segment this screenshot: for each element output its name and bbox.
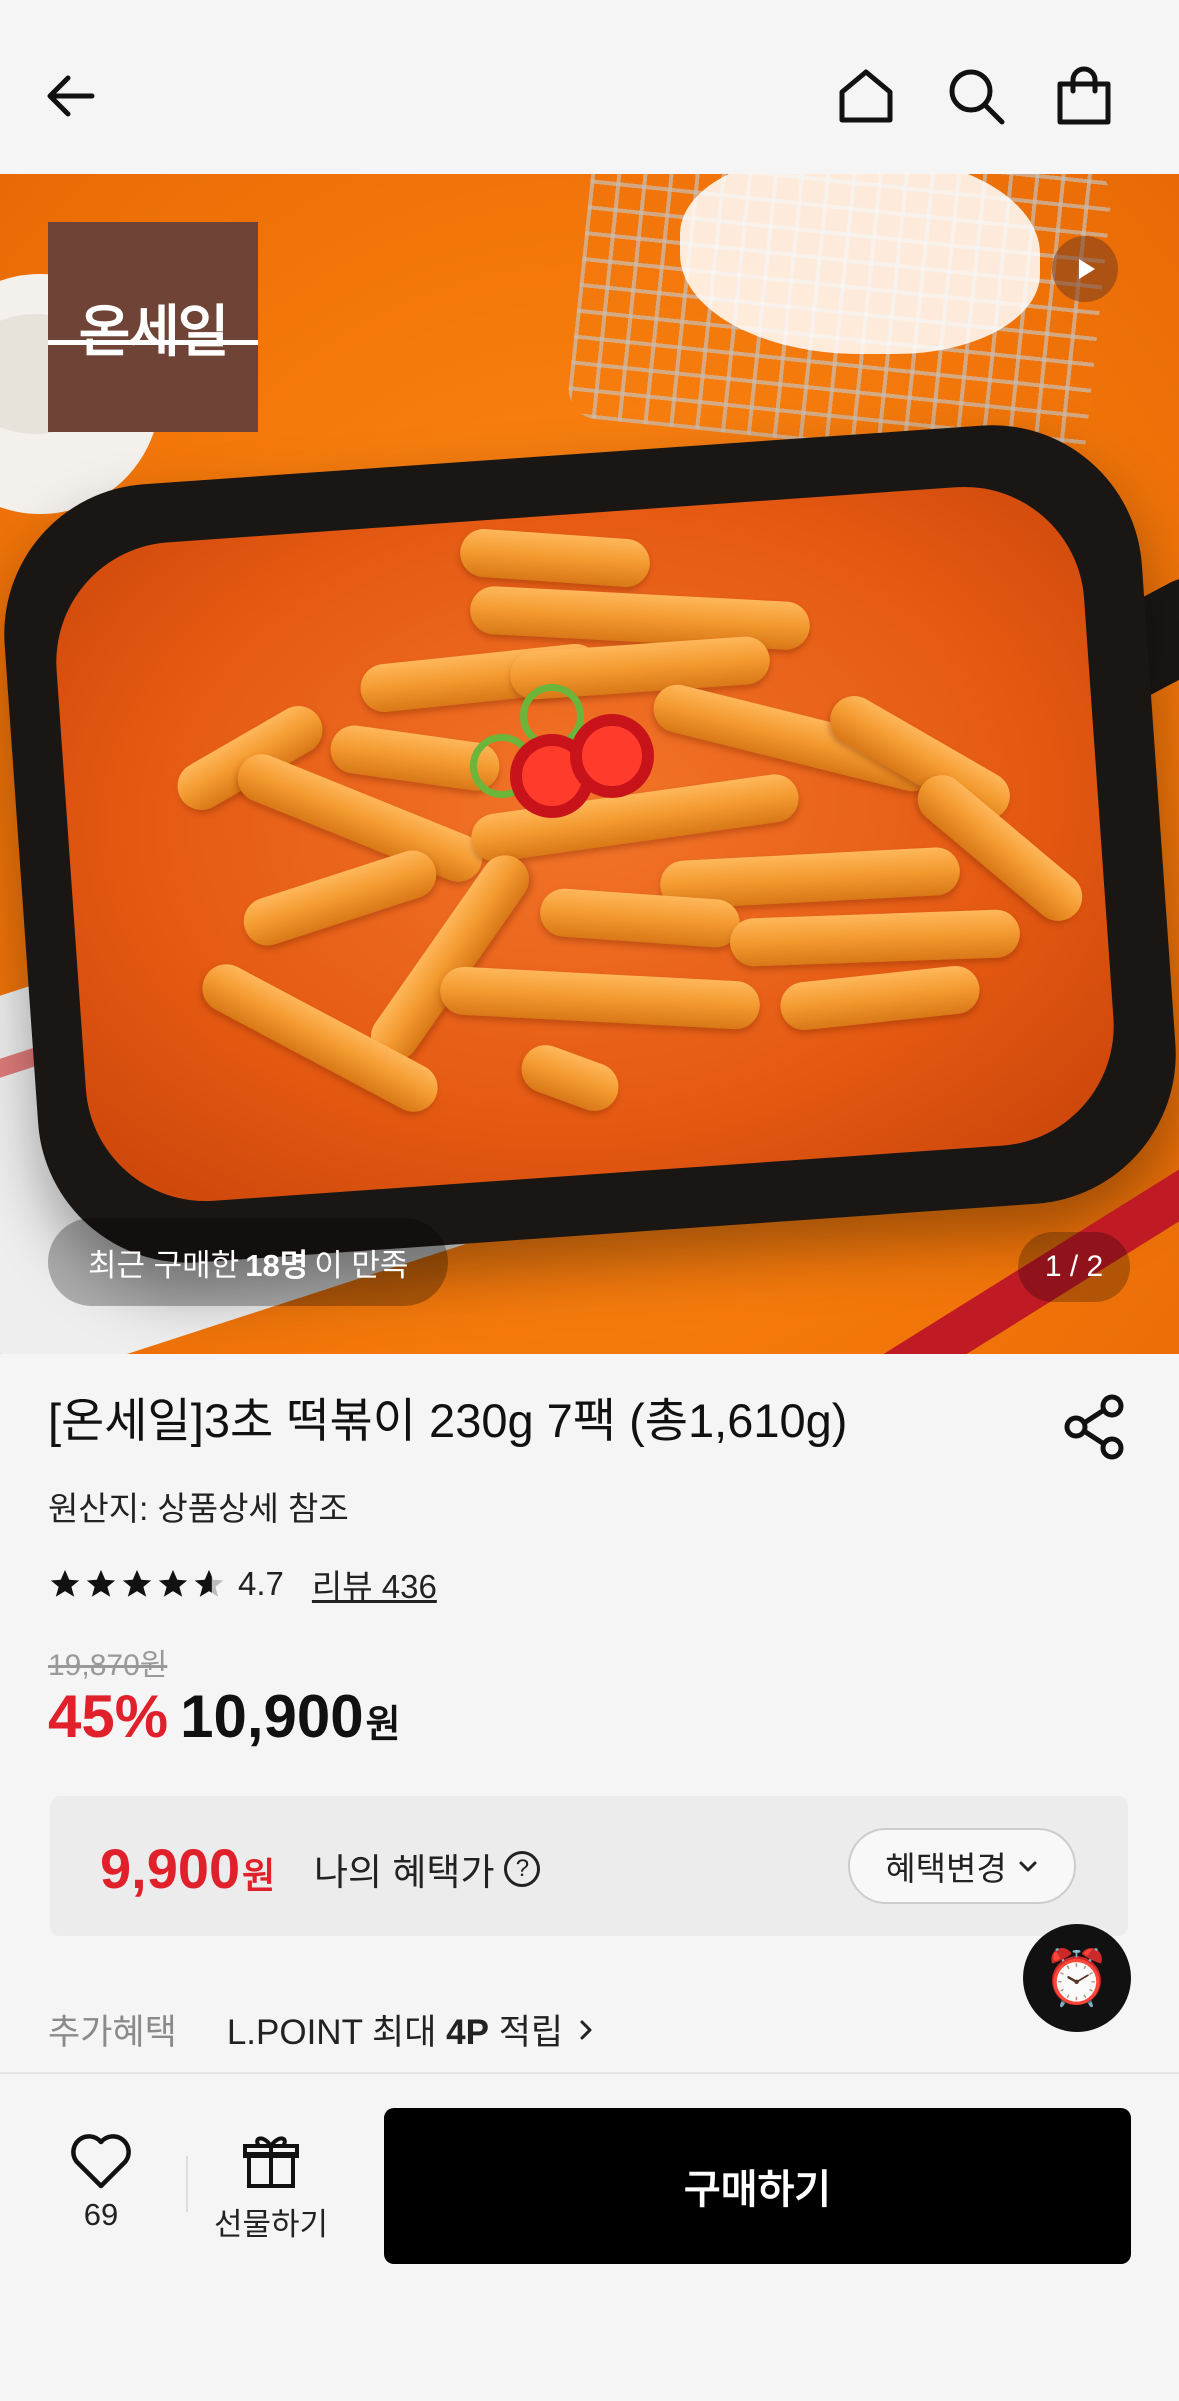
lpoint-points: 4P [446,2013,489,2052]
satisfied-buyers-badge: 최근 구매한 18명 이 만족 [48,1218,449,1306]
arrow-left-icon [47,75,95,117]
buyers-count: 18명 [245,1247,309,1283]
extra-benefit-row[interactable]: 추가혜택 L.POINT 최대 4P 적립 [48,2004,601,2055]
gift-label: 선물하기 [213,2207,329,2242]
benefit-price-box: 9,900 원 나의 혜택가 ? 혜택변경 [50,1796,1128,1936]
lpoint-benefit-text: L.POINT 최대 4P 적립 [227,2004,563,2055]
origin-info: 원산지: 상품상세 참조 [48,1490,349,1527]
like-button[interactable]: 69 [56,2132,146,2233]
sale-price-unit: 원 [365,1704,401,1746]
brand-logo-text: 온세일 [78,299,230,365]
home-icon [839,69,893,123]
sale-price: 10,900 [180,1683,364,1750]
review-link[interactable]: 리뷰 436 [312,1560,437,1608]
benefit-price-value: 9,900 [100,1837,241,1900]
star-icon [122,1569,152,1597]
star-rating [48,1567,226,1601]
product-title: [온세일]3초 떡볶이 230g 7팩 (총1,610g) [48,1394,848,1447]
product-image-carousel[interactable]: 온세일 최근 구매한 18명 이 만족 1 / 2 [0,174,1179,1354]
change-benefit-button[interactable]: 혜택변경 [848,1828,1076,1904]
star-icon [158,1569,188,1597]
discount-rate: 45% [48,1683,169,1750]
star-icon [50,1569,80,1597]
change-benefit-label: 혜택변경 [885,1850,1007,1887]
divider [186,2156,188,2212]
original-price: 19,870원 [48,1649,168,1682]
play-icon [1079,259,1095,279]
benefit-label-row: 나의 혜택가 ? [314,1842,541,1896]
image-pager: 1 / 2 [1018,1232,1130,1302]
home-button[interactable] [826,56,906,136]
star-icon [86,1569,116,1597]
chevron-right-icon [580,2020,592,2039]
buyers-prefix: 최근 구매한 [88,1247,240,1283]
lpoint-prefix: L.POINT 최대 [226,2013,447,2052]
extra-benefit-label: 추가혜택 [48,2013,177,2052]
heart-icon [71,2134,131,2189]
benefit-price: 9,900 원 [100,1836,275,1901]
bottom-action-bar: 69 선물하기 구매하기 [0,2074,1179,2401]
red-chili-garnish [570,714,654,798]
chevron-down-icon [1019,1861,1037,1872]
cart-button[interactable] [1044,56,1124,136]
share-icon [1064,1394,1124,1460]
rating-value: 4.7 [238,1565,284,1602]
buy-button[interactable]: 구매하기 [384,2108,1131,2264]
rice-cake [729,908,1021,968]
shopping-bag-icon [1057,66,1111,125]
help-icon[interactable]: ? [504,1851,541,1887]
search-button[interactable] [936,56,1016,136]
top-navigation-bar [0,0,1179,174]
gift-icon [243,2136,299,2188]
like-count: 69 [83,2197,119,2232]
alarm-clock-icon: ⏰ [1043,1947,1111,2008]
benefit-label: 나의 혜택가 [314,1852,495,1893]
gift-button[interactable]: 선물하기 [206,2132,336,2244]
price-row: 45% 10,900 원 [48,1682,401,1751]
star-half-icon [194,1569,224,1597]
buyers-suffix: 이 만족 [314,1247,409,1283]
rating-row: 4.7 리뷰 436 [48,1560,437,1608]
benefit-price-unit: 원 [242,1855,276,1896]
video-play-button[interactable] [1052,236,1118,302]
search-icon [949,69,1005,125]
lpoint-suffix: 적립 [488,2013,564,2052]
share-button[interactable] [1060,1392,1130,1462]
alarm-clock-button[interactable]: ⏰ [1023,1924,1131,2032]
brand-logo: 온세일 [48,222,258,432]
back-button[interactable] [32,56,112,136]
